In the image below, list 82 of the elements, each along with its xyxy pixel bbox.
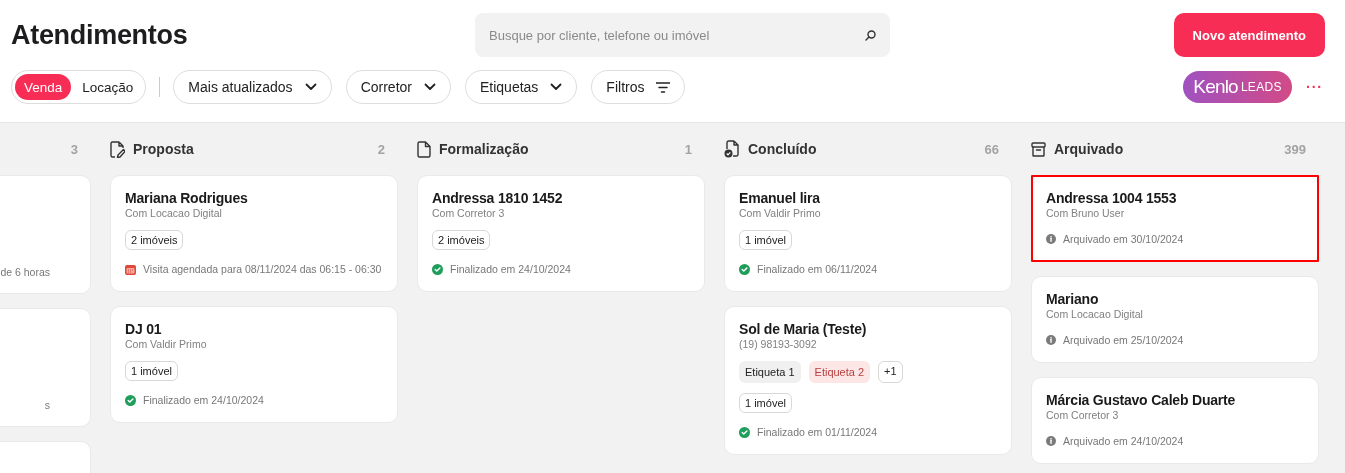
card-subtitle: Com Valdir Primo — [125, 338, 208, 351]
lead-card[interactable]: Andressa 1004 1553 Com Bruno User Arquivado em 30/10/2024 — [1031, 175, 1319, 262]
info-icon — [1046, 335, 1056, 345]
document-check-icon — [724, 140, 740, 158]
dropdown-button[interactable]: Corretor — [345, 70, 451, 104]
info-icon — [1046, 234, 1056, 244]
status-text: Arquivado em 30/10/2024 — [1063, 232, 1184, 246]
status-text: s — [44, 398, 50, 412]
calendar-icon — [125, 263, 136, 275]
card-subtitle: Com Valdir Primo — [739, 207, 822, 220]
filter-icon — [656, 81, 671, 93]
card-subtitle: Com Locacao Digital — [125, 207, 223, 220]
leads-badge[interactable]: Kenlo LEADS — [1183, 71, 1292, 103]
search-field[interactable]: Busque por cliente, telefone ou imóvel — [475, 13, 890, 57]
lead-card[interactable]: s — [0, 308, 91, 427]
status-text: Arquivado em 24/10/2024 — [1063, 434, 1184, 448]
tag-label: Etiqueta 1 — [739, 361, 801, 383]
check-circle-icon — [739, 426, 750, 438]
info-icon — [1046, 436, 1056, 446]
client-name: DJ 01 — [125, 320, 163, 338]
column-count: 3 — [70, 141, 78, 157]
column-title: Formalização — [439, 141, 529, 157]
archive-box-icon — [1031, 141, 1046, 157]
check-circle-icon — [739, 263, 750, 275]
search-icon — [865, 29, 876, 41]
chevron-down-icon — [304, 83, 317, 91]
client-name: Mariano — [1046, 290, 1100, 308]
card-subtitle: Com Corretor 3 — [432, 207, 506, 220]
column-count: 399 — [1284, 141, 1306, 157]
column-title: Proposta — [133, 141, 194, 157]
lead-card[interactable]: Mariano Com Locacao Digital Arquivado em 25/10/2024 — [1031, 276, 1319, 363]
lead-card[interactable]: de 6 horas — [0, 175, 91, 294]
lead-card[interactable]: Andressa 1810 1452 Com Corretor 3 2 imóveis Finalizado em 24/10/2024 — [417, 175, 705, 292]
client-name: Márcia Gustavo Caleb Duarte — [1046, 391, 1237, 409]
search-input[interactable]: Busque por cliente, telefone ou imóvel — [489, 27, 865, 43]
card-subtitle: Com Corretor 3 — [1046, 409, 1120, 422]
new-service-button[interactable]: Novo atendimento — [1173, 13, 1325, 57]
lead-card[interactable]: Emanuel lira Com Valdir Primo 1 imóvel Finalizado em 06/11/2024 — [724, 175, 1012, 292]
column-title: Concluído — [748, 141, 817, 157]
status-text: Finalizado em 01/11/2024 — [757, 425, 878, 439]
mode-option[interactable]: Venda — [15, 74, 72, 100]
column-title: Arquivado — [1054, 141, 1124, 157]
dropdown-button[interactable]: Mais atualizados — [173, 70, 332, 104]
document-icon — [417, 140, 431, 158]
lead-card[interactable]: DJ 01 Com Valdir Primo 1 imóvel Finalizado em 24/10/2024 — [110, 306, 398, 423]
card-subtitle: Com Bruno User — [1046, 207, 1126, 220]
lead-card[interactable]: Márcia Gustavo Caleb Duarte Com Corretor 3 Arquivado em 24/10/2024 — [1031, 377, 1319, 464]
status-text: Arquivado em 25/10/2024 — [1063, 333, 1184, 347]
status-text: Visita agendada para 08/11/2024 das 06:15 - 06:30 — [143, 262, 382, 276]
status-text: Finalizado em 24/10/2024 — [450, 262, 571, 276]
property-count-chip: 1 imóvel — [739, 393, 792, 413]
property-count-chip: 2 imóveis — [125, 230, 184, 250]
more-tags-count[interactable]: +1 — [878, 361, 903, 383]
client-name: Emanuel lira — [739, 189, 821, 207]
more-menu-button[interactable]: ··· — [1304, 79, 1325, 95]
client-name: Mariana Rodrigues — [125, 189, 249, 207]
tag-label: Etiqueta 2 — [808, 361, 871, 383]
lead-card[interactable]: Mariana Rodrigues Com Locacao Digital 2 imóveis Visita agendada para 08/11/2024 das 06:15 - 06:30 — [110, 175, 398, 292]
lead-card[interactable]: Sol de Maria (Teste) (19) 98193-3092 Etiqueta 1 Etiqueta 2 +1 1 imóvel Finalizado em 01/11/2024 — [724, 306, 1012, 455]
column-count: 1 — [684, 141, 692, 157]
chevron-down-icon — [550, 83, 563, 91]
check-circle-icon — [432, 263, 443, 275]
document-edit-icon — [110, 140, 125, 158]
page-title: Atendimentos — [11, 19, 189, 51]
dropdown-button[interactable]: Etiquetas — [465, 70, 578, 104]
property-count-chip: 2 imóveis — [432, 230, 491, 250]
client-name: Andressa 1004 1553 — [1046, 189, 1178, 207]
column-count: 66 — [984, 141, 999, 157]
card-subtitle: Com Locacao Digital — [1046, 308, 1144, 321]
status-text: Finalizado em 24/10/2024 — [143, 393, 264, 407]
status-text: de 6 horas — [0, 265, 50, 279]
client-name: Sol de Maria (Teste) — [739, 320, 868, 338]
chevron-down-icon — [424, 83, 436, 91]
filters-button[interactable]: Filtros — [591, 70, 686, 104]
column-count: 2 — [377, 141, 385, 157]
card-subtitle: (19) 98193-3092 — [739, 338, 818, 351]
mode-option[interactable]: Locação — [73, 74, 143, 100]
check-circle-icon — [125, 394, 136, 406]
status-text: Finalizado em 06/11/2024 — [757, 262, 878, 276]
client-name: Andressa 1810 1452 — [432, 189, 564, 207]
property-count-chip: 1 imóvel — [125, 361, 178, 381]
property-count-chip: 1 imóvel — [739, 230, 792, 250]
